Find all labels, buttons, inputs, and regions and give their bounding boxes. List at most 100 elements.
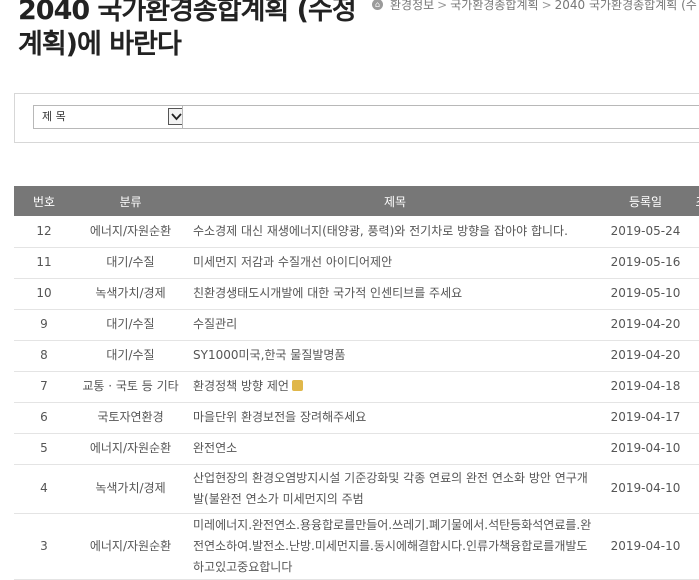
row-date-text: 2019-05-24 (610, 223, 681, 238)
row-number-text: 12 (36, 223, 52, 238)
row-date: 2019-05-24 (603, 216, 688, 248)
row-date-text: 2019-04-20 (610, 317, 681, 331)
header-category: 분류 (74, 186, 187, 216)
row-title-link[interactable]: 수질관리 (187, 309, 603, 341)
lock-icon (291, 380, 303, 391)
home-icon[interactable]: ⌂ (372, 0, 383, 10)
row-category: 대기/수질 (74, 309, 187, 341)
row-title-link[interactable]: 마을단위 환경보전을 장려해주세요 (187, 402, 603, 434)
search-input[interactable] (182, 105, 699, 129)
row-category-text: 대기/수질 (106, 348, 155, 362)
row-category-text: 대기/수질 (106, 317, 155, 331)
row-number: 10 (14, 278, 74, 310)
row-date-text: 2019-04-10 (610, 481, 681, 495)
search-field-value: 제 목 (42, 110, 66, 123)
row-number: 9 (14, 309, 74, 341)
row-number: 8 (14, 340, 74, 372)
row-views (688, 278, 699, 310)
row-category-text: 에너지/자원순환 (89, 223, 172, 238)
row-views (688, 247, 699, 279)
row-title-link-text[interactable]: 마을단위 환경보전을 장려해주세요 (193, 410, 366, 424)
row-category-text: 교통 · 국토 등 기타 (82, 379, 179, 393)
row-category-text: 국토자연환경 (97, 410, 164, 424)
row-category: 에너지/자원순환 (74, 513, 187, 580)
table-row[interactable]: 4 녹색가치/경제 산업현장의 환경오염방지시설 기준강화및 각종 연료의 완전 연… (14, 464, 699, 514)
search-panel: 제 목 (14, 93, 699, 143)
row-category: 대기/수질 (74, 340, 187, 372)
row-number: 3 (14, 513, 74, 580)
header-number: 번호 (14, 186, 74, 216)
row-category: 녹색가치/경제 (74, 464, 187, 514)
row-title-link-text[interactable]: 완전연소 (193, 441, 237, 455)
row-category-text: 에너지/자원순환 (89, 441, 172, 455)
header-title: 제목 (187, 186, 603, 216)
row-date-text: 2019-04-17 (610, 410, 681, 424)
table-row[interactable]: 5 에너지/자원순환 완전연소 2019-04-10 (14, 433, 699, 465)
row-title-link[interactable]: 산업현장의 환경오염방지시설 기준강화및 각종 연료의 완전 연소화 방안 연구… (187, 464, 603, 514)
row-title-link-text[interactable]: SY1000미국,한국 물질발명품 (193, 348, 345, 362)
search-field-select[interactable]: 제 목 (33, 105, 188, 129)
row-date-text: 2019-04-10 (610, 441, 681, 455)
row-views (688, 464, 699, 514)
row-title-link-text[interactable]: 친환경생태도시개발에 대한 국가적 인센티브를 주세요 (193, 286, 462, 300)
row-number: 4 (14, 464, 74, 514)
table-row[interactable]: 7 교통 · 국토 등 기타 환경정책 방향 제언 2019-04-18 (14, 371, 699, 403)
breadcrumb: ⌂ 환경정보 > 국가환경종합계획 > 2040 국가환경종합계획 (수 (372, 0, 697, 13)
row-category-text: 에너지/자원순환 (89, 538, 172, 553)
row-category-text: 녹색가치/경제 (95, 286, 166, 300)
row-title-link-text[interactable]: 산업현장의 환경오염방지시설 기준강화및 각종 연료의 완전 연소화 방안 연구… (193, 471, 588, 506)
row-views (688, 340, 699, 372)
row-title-link[interactable]: 완전연소 (187, 433, 603, 465)
row-views (688, 433, 699, 465)
table-header-row: 번호 분류 제목 등록일 조 (14, 186, 699, 216)
chevron-right-icon: > (437, 0, 448, 12)
row-title-link-text[interactable]: 수질관리 (193, 317, 237, 331)
row-number-text: 5 (40, 441, 48, 455)
breadcrumb-item[interactable]: 2040 국가환경종합계획 (수 (555, 0, 697, 13)
row-date-text: 2019-04-18 (610, 379, 681, 393)
row-number-text: 4 (40, 481, 48, 495)
row-category-text: 대기/수질 (106, 255, 155, 269)
page-title: 2040 국가환경종합계획 (수정계획)에 바란다 (18, 0, 357, 60)
row-date: 2019-04-10 (603, 464, 688, 514)
row-date-text: 2019-05-10 (610, 286, 681, 300)
row-title-link-text[interactable]: 미세먼지 저감과 수질개선 아이디어제안 (193, 255, 392, 269)
table-row[interactable]: 9 대기/수질 수질관리 2019-04-20 (14, 309, 699, 341)
table-row[interactable]: 12 에너지/자원순환 수소경제 대신 재생에너지(태양광, 풍력)와 전기차로 방… (14, 216, 699, 248)
row-date: 2019-05-16 (603, 247, 688, 279)
row-views (688, 371, 699, 403)
row-date-text: 2019-05-16 (610, 255, 681, 269)
table-row[interactable]: 10 녹색가치/경제 친환경생태도시개발에 대한 국가적 인센티브를 주세요 2019… (14, 278, 699, 310)
row-date: 2019-04-17 (603, 402, 688, 434)
row-number-text: 11 (36, 255, 52, 269)
row-title-link-text[interactable]: 환경정책 방향 제언 (193, 379, 289, 393)
row-title-link[interactable]: 미레에너지.완전연소.용융합로를만들어.쓰레기.폐기물에서.석탄등화석연료를.완… (187, 513, 603, 580)
row-title-link-text[interactable]: 수소경제 대신 재생에너지(태양광, 풍력)와 전기차로 방향을 잡아야 합니다… (193, 224, 568, 238)
row-date: 2019-04-10 (603, 513, 688, 580)
row-number-text: 9 (40, 317, 48, 331)
breadcrumb-item[interactable]: 환경정보 (390, 0, 434, 13)
breadcrumb-item[interactable]: 국가환경종합계획 (450, 0, 538, 13)
row-category-text: 녹색가치/경제 (95, 481, 166, 495)
row-number: 11 (14, 247, 74, 279)
row-title-link[interactable]: 미세먼지 저감과 수질개선 아이디어제안 (187, 247, 603, 279)
table-row[interactable]: 11 대기/수질 미세먼지 저감과 수질개선 아이디어제안 2019-05-16 (14, 247, 699, 279)
row-title-link[interactable]: 수소경제 대신 재생에너지(태양광, 풍력)와 전기차로 방향을 잡아야 합니다… (187, 216, 603, 248)
row-date: 2019-05-10 (603, 278, 688, 310)
table-row[interactable]: 6 국토자연환경 마을단위 환경보전을 장려해주세요 2019-04-17 (14, 402, 699, 434)
row-title-link[interactable]: SY1000미국,한국 물질발명품 (187, 340, 603, 372)
table-row[interactable]: 3 에너지/자원순환 미레에너지.완전연소.용융합로를만들어.쓰레기.폐기물에서.석… (14, 513, 699, 580)
table-row[interactable]: 8 대기/수질 SY1000미국,한국 물질발명품 2019-04-20 (14, 340, 699, 372)
row-number: 7 (14, 371, 74, 403)
row-date-text: 2019-04-10 (610, 538, 681, 553)
row-views (688, 309, 699, 341)
row-number: 5 (14, 433, 74, 465)
row-views (688, 402, 699, 434)
row-number-text: 10 (36, 286, 52, 300)
row-title-link-text[interactable]: 미레에너지.완전연소.용융합로를만들어.쓰레기.폐기물에서.석탄등화석연료를.완… (193, 518, 591, 574)
row-category: 녹색가치/경제 (74, 278, 187, 310)
row-category: 국토자연환경 (74, 402, 187, 434)
row-number: 6 (14, 402, 74, 434)
row-title-link[interactable]: 친환경생태도시개발에 대한 국가적 인센티브를 주세요 (187, 278, 603, 310)
row-title-link[interactable]: 환경정책 방향 제언 (187, 371, 603, 403)
